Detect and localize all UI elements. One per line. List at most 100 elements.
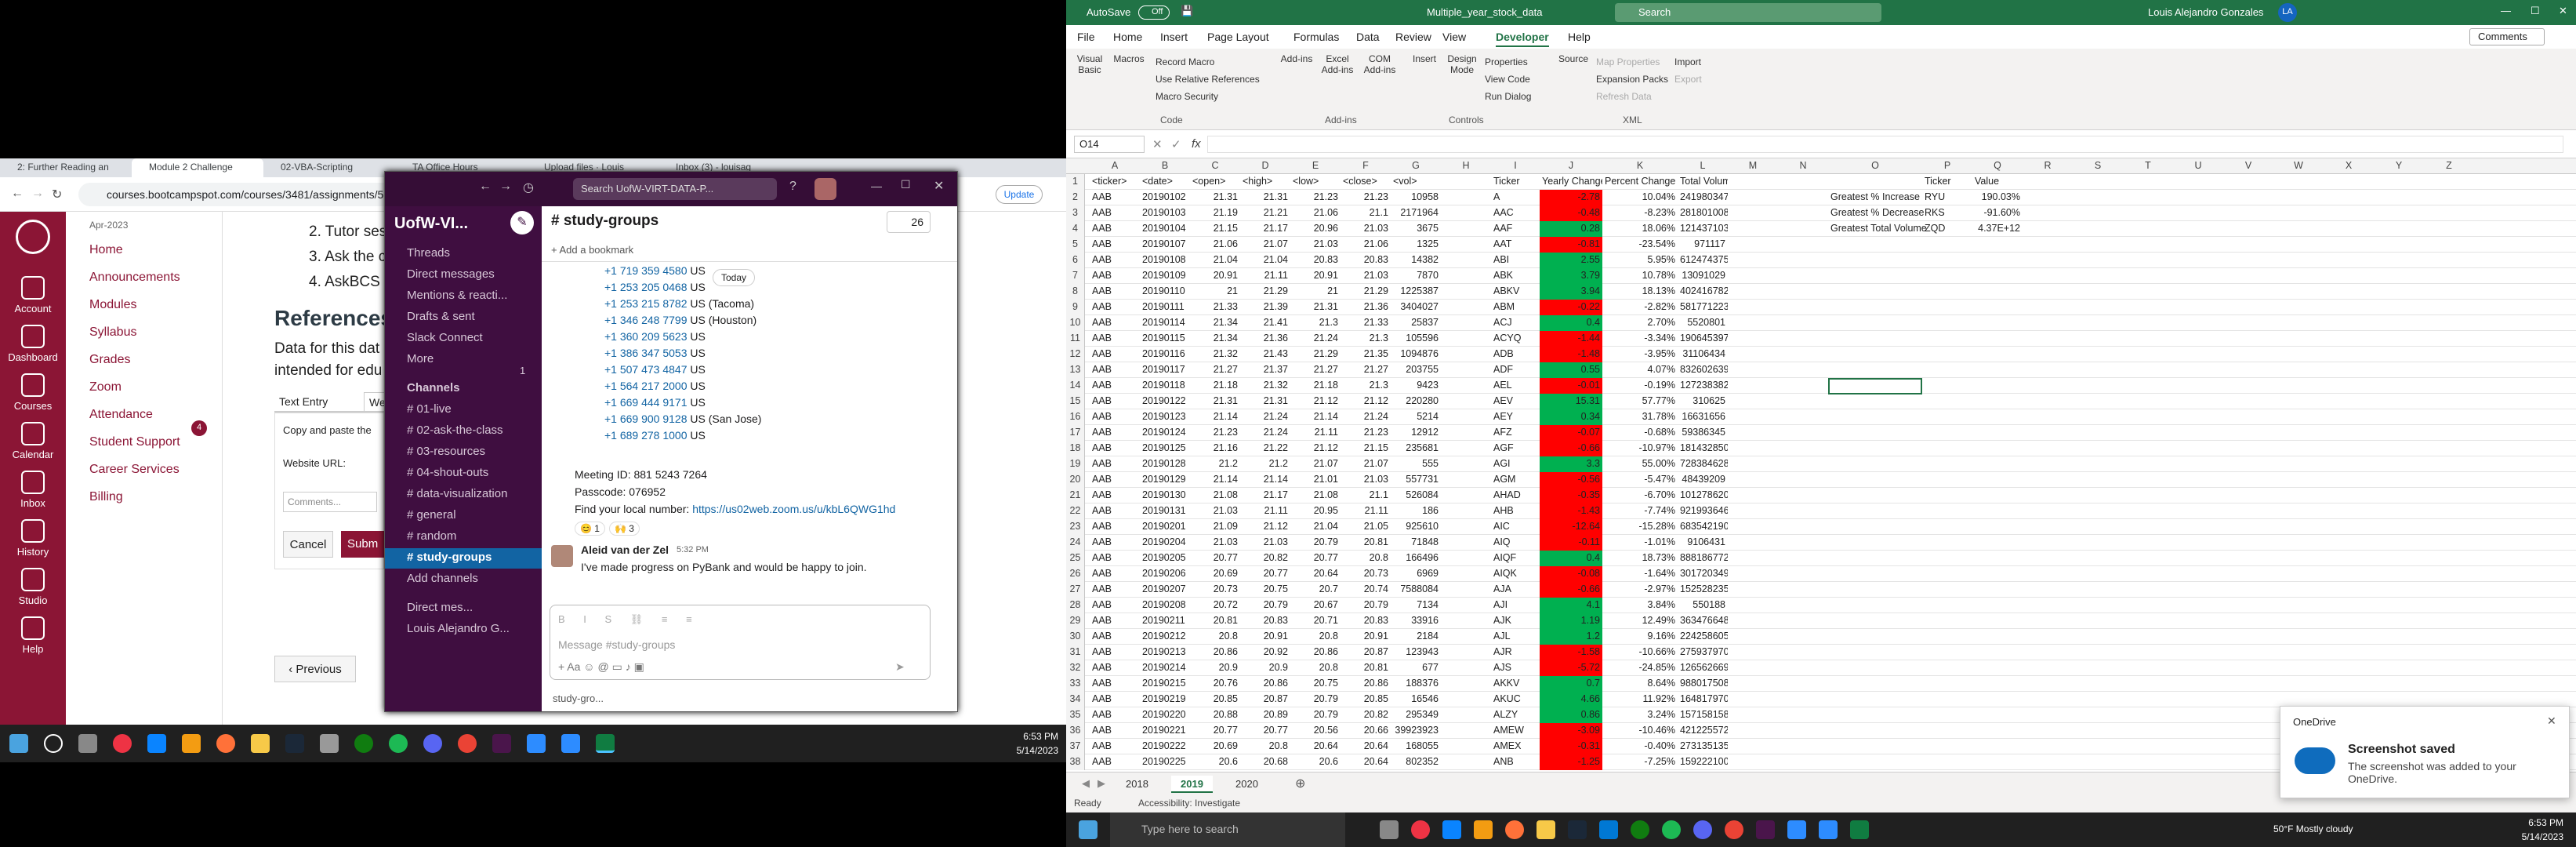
yearly-change-cell[interactable]: -0.35	[1540, 488, 1602, 503]
table-cell[interactable]: 20.77	[1190, 723, 1240, 739]
table-cell[interactable]: AEY	[1491, 409, 1540, 425]
table-cell[interactable]: 20190107	[1140, 237, 1190, 253]
table-cell[interactable]: 557731	[1391, 472, 1441, 488]
submit-button[interactable]: Subm	[341, 531, 385, 558]
yearly-change-cell[interactable]: -12.64	[1540, 519, 1602, 535]
windows-start-icon[interactable]	[9, 734, 28, 753]
table-cell[interactable]: 166496	[1391, 551, 1441, 566]
table-cell[interactable]: 20.73	[1341, 566, 1391, 582]
row-header[interactable]: 27	[1066, 582, 1085, 598]
phone-number[interactable]: +1 386 347 5053	[604, 347, 688, 359]
table-cell[interactable]: 677	[1391, 660, 1441, 676]
macro-security-button[interactable]: Macro Security	[1156, 91, 1218, 102]
table-cell[interactable]: 21.08	[1190, 488, 1240, 503]
steam-icon[interactable]	[1568, 820, 1587, 839]
yearly-change-cell[interactable]: 0.86	[1540, 707, 1602, 723]
row-header[interactable]: 31	[1066, 645, 1085, 660]
table-cell[interactable]: 21	[1290, 284, 1341, 300]
yearly-change-cell[interactable]: 3.94	[1540, 284, 1602, 300]
sheet-tab-2020[interactable]: 2020	[1226, 776, 1268, 793]
selected-cell[interactable]	[1828, 378, 1922, 394]
table-cell[interactable]: 20190205	[1140, 551, 1190, 566]
formula-input[interactable]	[1207, 136, 2563, 153]
table-cell[interactable]: 21.17	[1240, 221, 1290, 237]
column-header-n[interactable]: N	[1778, 160, 1828, 171]
yearly-change-cell[interactable]: -0.66	[1540, 582, 1602, 598]
yearly-change-cell[interactable]: 1.2	[1540, 629, 1602, 645]
slack-search[interactable]: Search UofW-VIRT-DATA-P...	[573, 178, 777, 200]
table-cell[interactable]: 20.82	[1341, 707, 1391, 723]
yearly-change-cell[interactable]: -0.01	[1540, 378, 1602, 394]
table-cell[interactable]: 8.64%	[1602, 676, 1678, 692]
yearly-change-cell[interactable]: -0.22	[1540, 300, 1602, 315]
table-cell[interactable]: 21.27	[1341, 362, 1391, 378]
table-cell[interactable]: 48439209	[1678, 472, 1728, 488]
table-cell[interactable]: AJR	[1491, 645, 1540, 660]
course-nav-grades[interactable]: Grades	[89, 353, 130, 367]
table-cell[interactable]: 57.77%	[1602, 394, 1678, 409]
table-cell[interactable]: 20.56	[1290, 723, 1341, 739]
table-cell[interactable]: A	[1491, 190, 1540, 205]
table-cell[interactable]: 20190117	[1140, 362, 1190, 378]
row-header[interactable]: 7	[1066, 268, 1085, 284]
column-header-f[interactable]: F	[1341, 160, 1391, 171]
row-header[interactable]: 12	[1066, 347, 1085, 362]
row-header[interactable]: 37	[1066, 739, 1085, 754]
sheet-tab-2018[interactable]: 2018	[1116, 776, 1158, 793]
sidebar-item-02-ask-the-class[interactable]: # 02-ask-the-class	[385, 421, 542, 442]
table-cell[interactable]: 5.95%	[1602, 253, 1678, 268]
table-cell[interactable]: 4024167824	[1678, 284, 1728, 300]
column-header-l[interactable]: L	[1678, 160, 1728, 171]
column-header-b[interactable]: B	[1140, 160, 1190, 171]
row-header[interactable]: 32	[1066, 660, 1085, 676]
table-cell[interactable]: AAB	[1090, 754, 1140, 770]
table-cell[interactable]: 18.13%	[1602, 284, 1678, 300]
table-cell[interactable]: 20.86	[1290, 645, 1341, 660]
yearly-change-cell[interactable]: 15.31	[1540, 394, 1602, 409]
table-cell[interactable]: 1225387	[1391, 284, 1441, 300]
column-header-g[interactable]: G	[1391, 160, 1441, 171]
table-cell[interactable]: 21.23	[1341, 190, 1391, 205]
row-header[interactable]: 30	[1066, 629, 1085, 645]
yearly-change-cell[interactable]: 0.28	[1540, 221, 1602, 237]
table-cell[interactable]: 21.03	[1290, 237, 1341, 253]
footer-channel[interactable]: study-gro...	[553, 693, 604, 704]
table-cell[interactable]: AHB	[1491, 503, 1540, 519]
table-cell[interactable]: 21.06	[1341, 237, 1391, 253]
table-cell[interactable]: 7588084	[1391, 582, 1441, 598]
table-cell[interactable]: 20.7	[1290, 582, 1341, 598]
table-cell[interactable]: 20190213	[1140, 645, 1190, 660]
phone-number[interactable]: +1 719 359 4580	[604, 264, 688, 277]
yearly-change-cell[interactable]: -0.08	[1540, 566, 1602, 582]
table-cell[interactable]: AAB	[1090, 190, 1140, 205]
global-nav-account[interactable]: Account	[0, 276, 66, 314]
yearly-change-cell[interactable]: -1.25	[1540, 754, 1602, 770]
table-cell[interactable]: 20190225	[1140, 754, 1190, 770]
table-cell[interactable]: AIQ	[1491, 535, 1540, 551]
clock[interactable]: 6:53 PM 5/14/2023	[2485, 816, 2563, 844]
excel-icon[interactable]	[596, 734, 615, 753]
row-header[interactable]: 29	[1066, 613, 1085, 629]
table-cell[interactable]: 21.08	[1290, 488, 1341, 503]
table-cell[interactable]: AAB	[1090, 692, 1140, 707]
table-cell[interactable]: 295349	[1391, 707, 1441, 723]
column-header-w[interactable]: W	[2273, 160, 2324, 171]
row-header[interactable]: 1	[1066, 174, 1085, 190]
table-cell[interactable]: 21.14	[1290, 409, 1341, 425]
table-cell[interactable]: 20.6	[1190, 754, 1240, 770]
app-icon[interactable]	[320, 734, 339, 753]
table-cell[interactable]: AAB	[1090, 582, 1140, 598]
table-cell[interactable]: ABM	[1491, 300, 1540, 315]
zoom-icon[interactable]	[561, 734, 580, 753]
forward-icon[interactable]: →	[499, 180, 512, 194]
table-cell[interactable]: -3.95%	[1602, 347, 1678, 362]
attach-icon[interactable]: + Aa ☺ @ ▭ ♪ ▣	[558, 660, 644, 674]
table-cell[interactable]: 21.27	[1290, 362, 1341, 378]
table-cell[interactable]: 21.12	[1290, 394, 1341, 409]
table-cell[interactable]: 20190129	[1140, 472, 1190, 488]
yearly-change-cell[interactable]: -0.81	[1540, 237, 1602, 253]
phone-number[interactable]: +1 689 278 1000	[604, 429, 688, 442]
accessibility-status[interactable]: Accessibility: Investigate	[1138, 798, 1240, 809]
app-icon[interactable]	[182, 734, 201, 753]
table-cell[interactable]: 168055	[1391, 739, 1441, 754]
